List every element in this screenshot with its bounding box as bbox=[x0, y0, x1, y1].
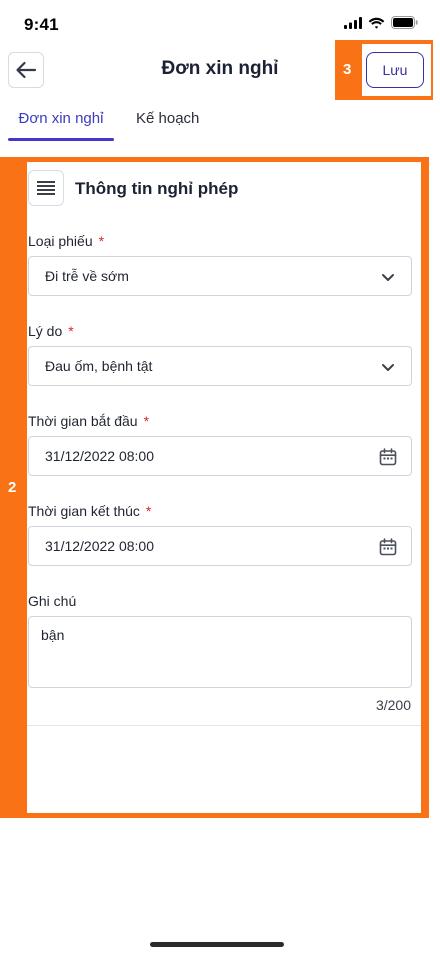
calendar-icon[interactable] bbox=[379, 448, 397, 466]
status-time: 9:41 bbox=[24, 15, 59, 34]
note-char-count: 3/200 bbox=[375, 697, 411, 713]
section-divider bbox=[27, 725, 421, 726]
reason-select[interactable]: Đau ốm, bệnh tật bbox=[28, 346, 412, 386]
required-mark: * bbox=[143, 413, 150, 429]
leave-type-label: Loại phiếu * bbox=[28, 233, 104, 249]
highlight-label-3: 3 bbox=[343, 61, 352, 78]
highlight-label-2: 2 bbox=[8, 479, 17, 496]
battery-icon bbox=[391, 16, 418, 29]
end-time-value: 31/12/2022 08:00 bbox=[45, 538, 154, 554]
chevron-down-icon bbox=[382, 364, 394, 371]
home-indicator bbox=[150, 942, 284, 947]
required-mark: * bbox=[145, 503, 152, 519]
tab-active-indicator bbox=[8, 138, 114, 141]
end-time-label: Thời gian kết thúc * bbox=[28, 503, 151, 519]
start-time-value: 31/12/2022 08:00 bbox=[45, 448, 154, 464]
section-title: Thông tin nghỉ phép bbox=[75, 179, 239, 198]
note-value: bận bbox=[41, 627, 65, 643]
save-button[interactable]: Lưu bbox=[366, 52, 424, 88]
start-time-label: Thời gian bắt đầu * bbox=[28, 413, 149, 429]
end-time-input[interactable]: 31/12/2022 08:00 bbox=[28, 526, 412, 566]
required-mark: * bbox=[68, 323, 74, 339]
reason-label-text: Lý do bbox=[28, 323, 63, 339]
start-time-input[interactable]: 31/12/2022 08:00 bbox=[28, 436, 412, 476]
status-icons bbox=[344, 16, 418, 29]
reason-value: Đau ốm, bệnh tật bbox=[45, 358, 153, 374]
end-time-label-text: Thời gian kết thúc bbox=[28, 503, 140, 519]
chevron-down-icon bbox=[382, 274, 394, 281]
leave-type-value: Đi trễ về sớm bbox=[45, 268, 129, 284]
section-menu-button[interactable] bbox=[28, 170, 64, 206]
tab-leave-request[interactable]: Đơn xin nghỉ bbox=[8, 110, 114, 127]
signal-icon bbox=[344, 16, 362, 29]
required-mark: * bbox=[98, 233, 105, 249]
note-label: Ghi chú bbox=[28, 593, 77, 609]
calendar-icon[interactable] bbox=[379, 538, 397, 556]
tab-plan[interactable]: Kế hoạch bbox=[136, 110, 199, 127]
leave-type-label-text: Loại phiếu bbox=[28, 233, 93, 249]
reason-label: Lý do * bbox=[28, 323, 74, 339]
wifi-icon bbox=[368, 17, 385, 29]
list-icon bbox=[37, 181, 55, 195]
leave-type-select[interactable]: Đi trễ về sớm bbox=[28, 256, 412, 296]
start-time-label-text: Thời gian bắt đầu bbox=[28, 413, 138, 429]
note-textarea[interactable]: bận bbox=[28, 616, 412, 688]
